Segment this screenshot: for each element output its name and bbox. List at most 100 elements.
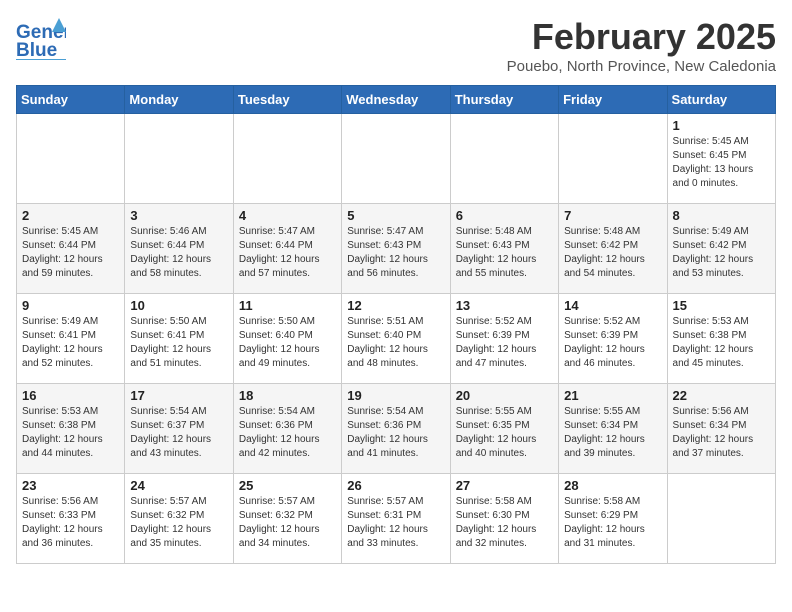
day-number: 8 [673, 208, 770, 223]
day-number: 20 [456, 388, 553, 403]
day-number: 23 [22, 478, 119, 493]
day-info: Sunrise: 5:56 AM Sunset: 6:34 PM Dayligh… [673, 405, 770, 461]
page-header: General Blue February 2025 Pouebo, North… [16, 16, 776, 75]
calendar-cell: 12Sunrise: 5:51 AM Sunset: 6:40 PM Dayli… [342, 294, 450, 384]
weekday-header-sunday: Sunday [17, 86, 125, 114]
day-info: Sunrise: 5:52 AM Sunset: 6:39 PM Dayligh… [564, 315, 661, 371]
calendar-cell: 15 Sunrise: 5:53 AM Sunset: 6:38 PM Dayli… [667, 294, 775, 384]
weekday-header-monday: Monday [125, 86, 233, 114]
calendar-cell: 13Sunrise: 5:52 AM Sunset: 6:39 PM Dayli… [450, 294, 558, 384]
calendar-cell: 14Sunrise: 5:52 AM Sunset: 6:39 PM Dayli… [559, 294, 667, 384]
day-info: Sunrise: 5:58 AM Sunset: 6:29 PM Dayligh… [564, 495, 661, 551]
day-info: Sunrise: 5:56 AM Sunset: 6:33 PM Dayligh… [22, 495, 119, 551]
day-number: 18 [239, 388, 336, 403]
day-number: 11 [239, 298, 336, 313]
calendar-cell [17, 114, 125, 204]
day-info: Sunrise: 5:57 AM Sunset: 6:32 PM Dayligh… [130, 495, 227, 551]
day-info: Sunrise: 5:50 AM Sunset: 6:41 PM Dayligh… [130, 315, 227, 371]
weekday-header-row: SundayMondayTuesdayWednesdayThursdayFrid… [17, 86, 776, 114]
svg-text:Blue: Blue [16, 40, 57, 60]
weekday-header-friday: Friday [559, 86, 667, 114]
day-number: 9 [22, 298, 119, 313]
week-row-3: 16 Sunrise: 5:53 AM Sunset: 6:38 PM Dayli… [17, 384, 776, 474]
calendar-cell: 26 Sunrise: 5:57 AM Sunset: 6:31 PM Dayli… [342, 474, 450, 564]
day-info: Sunrise: 5:48 AM Sunset: 6:43 PM Dayligh… [456, 225, 553, 281]
calendar-cell: 18 Sunrise: 5:54 AM Sunset: 6:36 PM Dayli… [233, 384, 341, 474]
calendar-cell: 16 Sunrise: 5:53 AM Sunset: 6:38 PM Dayli… [17, 384, 125, 474]
week-row-0: 1 Sunrise: 5:45 AM Sunset: 6:45 PM Daylig… [17, 114, 776, 204]
day-number: 12 [347, 298, 444, 313]
calendar-cell: 21Sunrise: 5:55 AM Sunset: 6:34 PM Dayli… [559, 384, 667, 474]
day-number: 17 [130, 388, 227, 403]
day-number: 3 [130, 208, 227, 223]
day-info: Sunrise: 5:45 AM Sunset: 6:44 PM Dayligh… [22, 225, 119, 281]
weekday-header-saturday: Saturday [667, 86, 775, 114]
weekday-header-thursday: Thursday [450, 86, 558, 114]
day-info: Sunrise: 5:50 AM Sunset: 6:40 PM Dayligh… [239, 315, 336, 371]
calendar-cell [233, 114, 341, 204]
day-info: Sunrise: 5:53 AM Sunset: 6:38 PM Dayligh… [22, 405, 119, 461]
day-number: 19 [347, 388, 444, 403]
day-info: Sunrise: 5:54 AM Sunset: 6:37 PM Dayligh… [130, 405, 227, 461]
weekday-header-tuesday: Tuesday [233, 86, 341, 114]
calendar-cell: 20Sunrise: 5:55 AM Sunset: 6:35 PM Dayli… [450, 384, 558, 474]
day-info: Sunrise: 5:54 AM Sunset: 6:36 PM Dayligh… [347, 405, 444, 461]
day-number: 15 [673, 298, 770, 313]
calendar-cell: 2 Sunrise: 5:45 AM Sunset: 6:44 PM Daylig… [17, 204, 125, 294]
calendar-cell [667, 474, 775, 564]
calendar-cell [559, 114, 667, 204]
week-row-4: 23 Sunrise: 5:56 AM Sunset: 6:33 PM Dayli… [17, 474, 776, 564]
calendar-cell: 4Sunrise: 5:47 AM Sunset: 6:44 PM Daylig… [233, 204, 341, 294]
day-info: Sunrise: 5:57 AM Sunset: 6:31 PM Dayligh… [347, 495, 444, 551]
day-number: 27 [456, 478, 553, 493]
title-block: February 2025 Pouebo, North Province, Ne… [507, 16, 776, 75]
day-info: Sunrise: 5:57 AM Sunset: 6:32 PM Dayligh… [239, 495, 336, 551]
day-info: Sunrise: 5:47 AM Sunset: 6:43 PM Dayligh… [347, 225, 444, 281]
calendar-cell: 10Sunrise: 5:50 AM Sunset: 6:41 PM Dayli… [125, 294, 233, 384]
location-subtitle: Pouebo, North Province, New Caledonia [507, 58, 776, 75]
calendar-cell: 7 Sunrise: 5:48 AM Sunset: 6:42 PM Daylig… [559, 204, 667, 294]
calendar-cell: 8 Sunrise: 5:49 AM Sunset: 6:42 PM Daylig… [667, 204, 775, 294]
calendar-table: SundayMondayTuesdayWednesdayThursdayFrid… [16, 85, 776, 564]
day-number: 5 [347, 208, 444, 223]
week-row-1: 2 Sunrise: 5:45 AM Sunset: 6:44 PM Daylig… [17, 204, 776, 294]
day-number: 24 [130, 478, 227, 493]
calendar-cell: 22 Sunrise: 5:56 AM Sunset: 6:34 PM Dayli… [667, 384, 775, 474]
calendar-cell [450, 114, 558, 204]
day-info: Sunrise: 5:49 AM Sunset: 6:41 PM Dayligh… [22, 315, 119, 371]
calendar-cell [125, 114, 233, 204]
calendar-cell: 25 Sunrise: 5:57 AM Sunset: 6:32 PM Dayli… [233, 474, 341, 564]
day-info: Sunrise: 5:54 AM Sunset: 6:36 PM Dayligh… [239, 405, 336, 461]
day-number: 6 [456, 208, 553, 223]
day-info: Sunrise: 5:45 AM Sunset: 6:45 PM Dayligh… [673, 135, 770, 191]
calendar-cell: 5 Sunrise: 5:47 AM Sunset: 6:43 PM Daylig… [342, 204, 450, 294]
day-info: Sunrise: 5:52 AM Sunset: 6:39 PM Dayligh… [456, 315, 553, 371]
calendar-cell: 3Sunrise: 5:46 AM Sunset: 6:44 PM Daylig… [125, 204, 233, 294]
calendar-cell [342, 114, 450, 204]
calendar-cell: 19 Sunrise: 5:54 AM Sunset: 6:36 PM Dayli… [342, 384, 450, 474]
calendar-cell: 6 Sunrise: 5:48 AM Sunset: 6:43 PM Daylig… [450, 204, 558, 294]
day-number: 26 [347, 478, 444, 493]
calendar-cell: 27 Sunrise: 5:58 AM Sunset: 6:30 PM Dayli… [450, 474, 558, 564]
calendar-cell: 11 Sunrise: 5:50 AM Sunset: 6:40 PM Dayli… [233, 294, 341, 384]
week-row-2: 9 Sunrise: 5:49 AM Sunset: 6:41 PM Daylig… [17, 294, 776, 384]
day-number: 2 [22, 208, 119, 223]
day-number: 25 [239, 478, 336, 493]
day-info: Sunrise: 5:55 AM Sunset: 6:34 PM Dayligh… [564, 405, 661, 461]
calendar-cell: 9 Sunrise: 5:49 AM Sunset: 6:41 PM Daylig… [17, 294, 125, 384]
day-info: Sunrise: 5:49 AM Sunset: 6:42 PM Dayligh… [673, 225, 770, 281]
day-number: 1 [673, 118, 770, 133]
day-number: 16 [22, 388, 119, 403]
calendar-cell: 28 Sunrise: 5:58 AM Sunset: 6:29 PM Dayli… [559, 474, 667, 564]
day-number: 7 [564, 208, 661, 223]
logo: General Blue [16, 16, 66, 60]
calendar-cell: 17 Sunrise: 5:54 AM Sunset: 6:37 PM Dayli… [125, 384, 233, 474]
day-info: Sunrise: 5:58 AM Sunset: 6:30 PM Dayligh… [456, 495, 553, 551]
day-info: Sunrise: 5:48 AM Sunset: 6:42 PM Dayligh… [564, 225, 661, 281]
day-number: 22 [673, 388, 770, 403]
calendar-cell: 1 Sunrise: 5:45 AM Sunset: 6:45 PM Daylig… [667, 114, 775, 204]
calendar-cell: 24 Sunrise: 5:57 AM Sunset: 6:32 PM Dayli… [125, 474, 233, 564]
day-info: Sunrise: 5:53 AM Sunset: 6:38 PM Dayligh… [673, 315, 770, 371]
day-number: 28 [564, 478, 661, 493]
calendar-cell: 23 Sunrise: 5:56 AM Sunset: 6:33 PM Dayli… [17, 474, 125, 564]
